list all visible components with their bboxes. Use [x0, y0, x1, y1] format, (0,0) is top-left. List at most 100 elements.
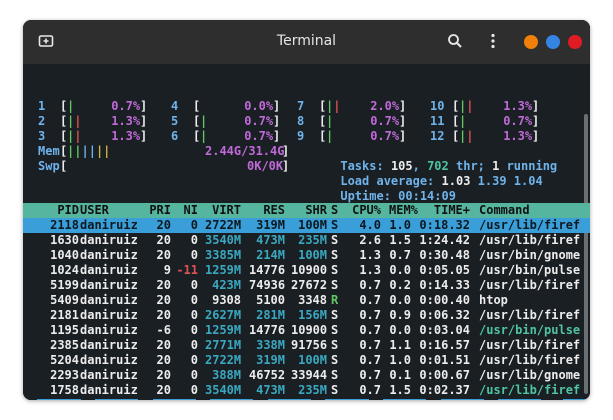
table-row[interactable]: 1024 daniruiz 9 -11 1259M 14776 10900 S 1.3 0.0 0:…	[23, 263, 590, 278]
fkey-label[interactable]: SortBy	[325, 399, 369, 400]
cell-virt: 1259M	[205, 323, 241, 337]
cell-cpu: 0.7	[359, 293, 381, 307]
cell-time: 0:05.05	[419, 263, 470, 277]
cell-pid: 1758	[50, 383, 79, 397]
cell-virt: 2722M	[205, 353, 241, 367]
cell-virt: 9308	[212, 293, 241, 307]
cell-shr: 91756	[291, 338, 327, 352]
search-icon[interactable]	[447, 33, 463, 53]
table-row[interactable]: 5204 daniruiz 20 0 2722M 319M 100M S 0.7 1.0 0:01.…	[23, 353, 590, 368]
table-row[interactable]: 5199 daniruiz 20 0 423M 74936 27672 S 0.7 0.2 0:14…	[23, 278, 590, 293]
cell-pri: 20	[156, 278, 171, 292]
column-header-shr[interactable]: SHR	[291, 203, 327, 218]
column-header-mem[interactable]: MEM%	[389, 203, 418, 218]
cell-shr: 3348	[298, 293, 327, 307]
fkey-label[interactable]: Nice +	[440, 399, 484, 400]
cell-shr: 100M	[298, 353, 327, 367]
close-button[interactable]	[568, 35, 582, 49]
cpu-bar: |	[200, 129, 208, 143]
table-row[interactable]: 1758 daniruiz 20 0 3540M 473M 235M S 0.7 1.5 0:02.…	[23, 383, 590, 398]
process-table-header[interactable]: PID USER PRI NI VIRT RES SHR S CPU% MEM% TIME+ Comm…	[23, 203, 590, 218]
cell-user: daniruiz	[80, 293, 138, 307]
cell-virt: 3540M	[205, 233, 241, 247]
cpu-percent: 1.3%	[111, 129, 141, 143]
htop-terminal[interactable]: 1[| 0.7%] 2[|| 1.3%] 3[|| 1.3%] 4[0.0%] 5[| 0.7%…	[23, 64, 590, 400]
fkey-f4[interactable]: F4	[195, 399, 211, 400]
cell-pri: 9	[163, 263, 171, 277]
cell-pid: 1040	[50, 248, 79, 262]
cell-cmd: /usr/lib/firef	[479, 278, 581, 292]
cell-cpu: 0.7	[359, 368, 381, 382]
cpu-bar: |	[326, 114, 334, 128]
fkey-label[interactable]: Kill	[498, 399, 542, 400]
fkey-label[interactable]: Nice -	[383, 399, 426, 400]
fkey-f10[interactable]: F10	[541, 399, 564, 400]
table-row[interactable]: 1630 daniruiz 20 0 3540M 473M 235M S 2.6 1.5 1:24.…	[23, 233, 590, 248]
table-row[interactable]: 5409 daniruiz 20 0 9308 5100 3348 R 0.7 0.0 0:00.4…	[23, 293, 590, 308]
fkey-label[interactable]: Tree	[267, 399, 311, 400]
cpu-bar: ||	[67, 129, 82, 143]
cell-ni: 0	[190, 278, 198, 292]
column-header-cpu[interactable]: CPU%	[345, 203, 381, 218]
fkey-f9[interactable]: F9	[483, 399, 499, 400]
kebab-menu-icon[interactable]	[490, 33, 496, 53]
fkey-label[interactable]: Quit	[563, 399, 590, 400]
column-header-pri[interactable]: PRI	[142, 203, 171, 218]
window-title: Terminal	[276, 33, 337, 49]
cell-s: S	[331, 308, 339, 322]
maximize-button[interactable]	[546, 35, 560, 49]
cell-ni: 0	[190, 368, 198, 382]
cpu-bar: ||	[459, 129, 474, 143]
fkey-label[interactable]: Help	[37, 399, 81, 400]
fkey-f2[interactable]: F2	[80, 399, 96, 400]
cpu-id: 5	[171, 114, 179, 128]
table-row[interactable]: 2293 daniruiz 20 0 388M 46752 33944 S 0.7 0.1 0:00…	[23, 368, 590, 383]
cell-cmd: /usr/lib/firef	[479, 353, 581, 367]
cell-shr: 235M	[298, 233, 327, 247]
cell-shr: 100M	[298, 218, 327, 232]
cell-shr: 156M	[298, 308, 327, 322]
cell-s: R	[331, 293, 339, 307]
cell-shr: 10900	[291, 263, 327, 277]
cell-cpu: 0.7	[359, 278, 381, 292]
fkey-f1[interactable]: F1	[23, 399, 38, 400]
column-header-res[interactable]: RES	[249, 203, 285, 218]
fkey-label[interactable]: Search	[152, 399, 196, 400]
cell-user: daniruiz	[80, 263, 138, 277]
cell-ni: 0	[190, 338, 198, 352]
cpu-percent: 0.7%	[370, 129, 400, 143]
table-row[interactable]: 1040 daniruiz 20 0 3385M 214M 100M S 1.3 0.7 0:30.…	[23, 248, 590, 263]
cell-pid: 2181	[50, 308, 79, 322]
fkey-label[interactable]: Filter	[210, 399, 254, 400]
cell-s: S	[331, 218, 339, 232]
cpu-id: 9	[297, 129, 305, 143]
fkey-label[interactable]: Setup	[95, 399, 139, 400]
cpu-id: 7	[297, 99, 305, 113]
column-header-user[interactable]: USER	[80, 203, 138, 218]
cell-shr: 27672	[291, 278, 327, 292]
column-header-s[interactable]: S	[331, 203, 339, 218]
cell-pid: 2385	[50, 338, 79, 352]
fkey-f3[interactable]: F3	[138, 399, 153, 400]
table-row[interactable]: 2118 daniruiz 20 0 2722M 319M 100M S 4.0 1.0 0:18.…	[23, 218, 590, 233]
cell-cmd: /usr/lib/firef	[479, 383, 581, 397]
fkey-f5[interactable]: F5	[253, 399, 268, 400]
table-row[interactable]: 1195 daniruiz -6 0 1259M 14776 10900 S 0.7 0.0 0:0…	[23, 323, 590, 338]
cell-mem: 0.0	[389, 293, 411, 307]
column-header-cmd[interactable]: Command	[479, 203, 589, 218]
column-header-pid[interactable]: PID	[50, 203, 79, 218]
cell-mem: 1.5	[389, 233, 411, 247]
column-header-virt[interactable]: VIRT	[205, 203, 241, 218]
fkey-f8[interactable]: F8	[426, 399, 441, 400]
fkey-f6[interactable]: F6	[311, 399, 326, 400]
minimize-button[interactable]	[524, 35, 538, 49]
column-header-ni[interactable]: NI	[176, 203, 198, 218]
fkey-f7[interactable]: F7	[368, 399, 384, 400]
table-row[interactable]: 2385 daniruiz 20 0 2771M 338M 91756 S 0.7 1.1 0:16…	[23, 338, 590, 353]
cell-s: S	[331, 233, 339, 247]
column-header-time[interactable]: TIME+	[419, 203, 470, 218]
table-row[interactable]: 2181 daniruiz 20 0 2627M 281M 156M S 0.7 0.9 0:06.…	[23, 308, 590, 323]
cell-pid: 5409	[50, 293, 79, 307]
cell-cpu: 2.6	[359, 233, 381, 247]
cell-time: 0:18.32	[419, 218, 470, 232]
